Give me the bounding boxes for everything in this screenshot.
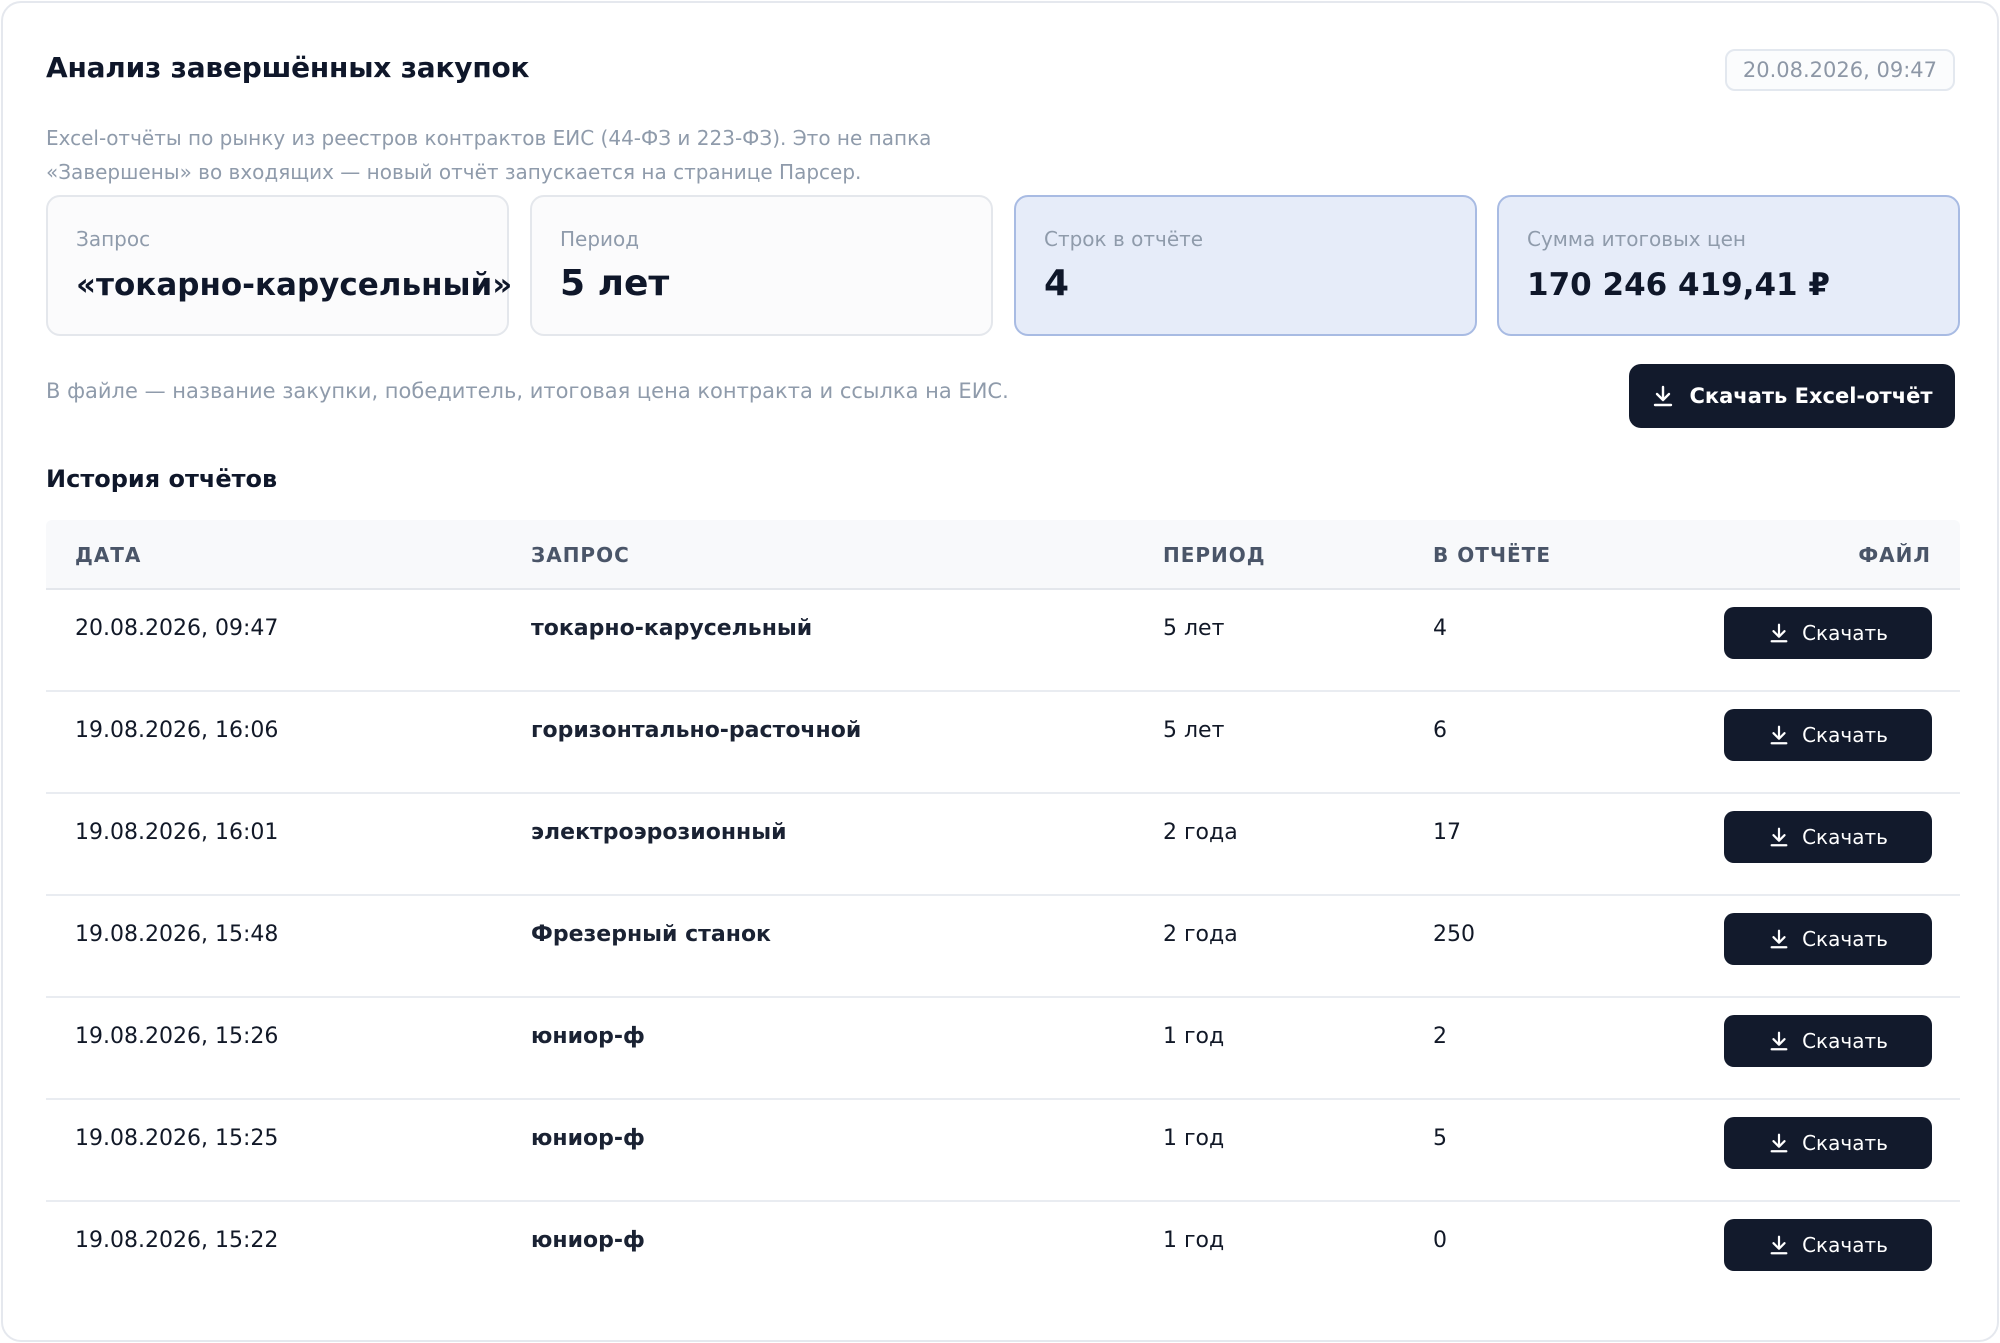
stat-card-query: Запрос «токарно-карусельный» xyxy=(46,195,513,336)
stat-label: Запрос xyxy=(76,227,151,251)
column-header-file: ФАЙЛ xyxy=(1858,543,1931,567)
file-note: В файле — название закупки, победитель, … xyxy=(46,379,1009,403)
cell-query: юниор-ф xyxy=(531,1024,645,1049)
cell-period: 5 лет xyxy=(1163,718,1225,743)
download-icon xyxy=(1770,827,1788,847)
download-row-button[interactable]: Скачать xyxy=(1724,709,1932,761)
download-icon xyxy=(1770,1235,1788,1255)
download-row-label: Скачать xyxy=(1802,927,1888,951)
timestamp-badge: 20.08.2026, 09:47 xyxy=(1724,49,1955,91)
stat-card-rows: Строк в отчёте 4 xyxy=(1014,195,1477,336)
cell-date: 19.08.2026, 15:26 xyxy=(75,1024,279,1049)
table-row: 19.08.2026, 16:01 электроэрозионный 2 го… xyxy=(46,794,1960,896)
cell-query: Фрезерный станок xyxy=(531,922,771,947)
stat-label: Сумма итоговых цен xyxy=(1527,227,1746,251)
download-row-label: Скачать xyxy=(1802,621,1888,645)
download-row-button[interactable]: Скачать xyxy=(1724,1219,1932,1271)
cell-period: 1 год xyxy=(1163,1126,1225,1151)
stat-label: Строк в отчёте xyxy=(1044,227,1204,251)
table-row: 19.08.2026, 15:26 юниор-ф 1 год 2 Скачат… xyxy=(46,998,1960,1100)
download-icon xyxy=(1770,1031,1788,1051)
stat-value: 4 xyxy=(1044,263,1070,304)
cell-count: 5 xyxy=(1433,1126,1447,1151)
cell-period: 1 год xyxy=(1163,1228,1225,1253)
stat-label: Период xyxy=(560,227,640,251)
report-card: Анализ завершённых закупок 20.08.2026, 0… xyxy=(1,1,1999,1342)
page-description: Excel-отчёты по рынку из реестров контра… xyxy=(46,126,932,184)
table-row: 19.08.2026, 16:06 горизонтально-расточно… xyxy=(46,692,1960,794)
cell-period: 2 года xyxy=(1163,922,1238,947)
download-row-label: Скачать xyxy=(1802,1029,1888,1053)
cell-date: 19.08.2026, 16:01 xyxy=(75,820,279,845)
cell-query: юниор-ф xyxy=(531,1228,645,1253)
cell-query: юниор-ф xyxy=(531,1126,645,1151)
history-table: ДАТА ЗАПРОС ПЕРИОД В ОТЧЁТЕ ФАЙЛ 20.08.2… xyxy=(46,520,1960,1304)
download-icon xyxy=(1770,929,1788,949)
download-row-label: Скачать xyxy=(1802,825,1888,849)
cell-count: 6 xyxy=(1433,718,1447,743)
cell-count: 2 xyxy=(1433,1024,1447,1049)
download-row-button[interactable]: Скачать xyxy=(1724,913,1932,965)
cell-date: 19.08.2026, 15:48 xyxy=(75,922,279,947)
stats-row: Запрос «токарно-карусельный» Период 5 ле… xyxy=(46,195,1960,336)
download-icon xyxy=(1770,623,1788,643)
history-title: История отчётов xyxy=(46,465,278,493)
cell-count: 0 xyxy=(1433,1228,1447,1253)
download-row-button[interactable]: Скачать xyxy=(1724,607,1932,659)
stat-card-sum: Сумма итоговых цен 170 246 419,41 ₽ xyxy=(1497,195,1960,336)
cell-query: токарно-карусельный xyxy=(531,616,813,641)
download-icon xyxy=(1654,385,1673,407)
table-row: 19.08.2026, 15:22 юниор-ф 1 год 0 Скачат… xyxy=(46,1202,1960,1304)
page-title: Анализ завершённых закупок xyxy=(46,51,530,84)
download-row-button[interactable]: Скачать xyxy=(1724,1117,1932,1169)
download-icon xyxy=(1770,1133,1788,1153)
cell-period: 5 лет xyxy=(1163,616,1225,641)
download-icon xyxy=(1770,725,1788,745)
cell-count: 17 xyxy=(1433,820,1461,845)
table-row: 19.08.2026, 15:48 Фрезерный станок 2 год… xyxy=(46,896,1960,998)
cell-count: 250 xyxy=(1433,922,1475,947)
table-header: ДАТА ЗАПРОС ПЕРИОД В ОТЧЁТЕ ФАЙЛ xyxy=(46,520,1960,590)
download-row-label: Скачать xyxy=(1802,1131,1888,1155)
stat-card-period: Период 5 лет xyxy=(530,195,993,336)
cell-date: 20.08.2026, 09:47 xyxy=(75,616,279,641)
download-row-label: Скачать xyxy=(1802,1233,1888,1257)
download-excel-button[interactable]: Скачать Excel-отчёт xyxy=(1629,364,1955,428)
column-header-period: ПЕРИОД xyxy=(1163,543,1266,567)
stat-value: «токарно-карусельный» xyxy=(76,267,513,303)
download-row-label: Скачать xyxy=(1802,723,1888,747)
column-header-date: ДАТА xyxy=(75,543,142,567)
cell-count: 4 xyxy=(1433,616,1447,641)
column-header-count: В ОТЧЁТЕ xyxy=(1433,543,1551,567)
download-row-button[interactable]: Скачать xyxy=(1724,811,1932,863)
cell-date: 19.08.2026, 15:25 xyxy=(75,1126,279,1151)
cell-query: электроэрозионный xyxy=(531,820,787,845)
stat-value: 5 лет xyxy=(560,263,670,304)
stat-value: 170 246 419,41 ₽ xyxy=(1527,267,1830,303)
download-row-button[interactable]: Скачать xyxy=(1724,1015,1932,1067)
table-row: 19.08.2026, 15:25 юниор-ф 1 год 5 Скачат… xyxy=(46,1100,1960,1202)
cell-period: 1 год xyxy=(1163,1024,1225,1049)
cell-date: 19.08.2026, 16:06 xyxy=(75,718,279,743)
cell-query: горизонтально-расточной xyxy=(531,718,862,743)
cell-period: 2 года xyxy=(1163,820,1238,845)
cell-date: 19.08.2026, 15:22 xyxy=(75,1228,279,1253)
table-row: 20.08.2026, 09:47 токарно-карусельный 5 … xyxy=(46,590,1960,692)
column-header-query: ЗАПРОС xyxy=(531,543,630,567)
download-excel-label: Скачать Excel-отчёт xyxy=(1689,384,1933,408)
